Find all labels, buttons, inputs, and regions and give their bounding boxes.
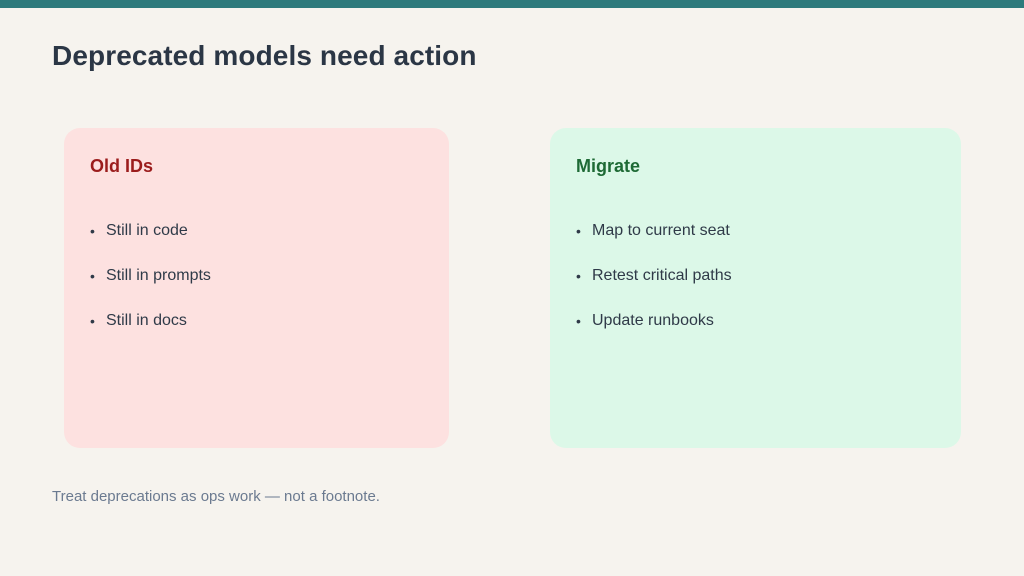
migrate-list: • Map to current seat • Retest critical … <box>576 220 732 355</box>
list-item: • Still in prompts <box>90 265 211 287</box>
bullet-icon: • <box>90 313 95 329</box>
list-item: • Update runbooks <box>576 310 732 332</box>
list-item-text: Retest critical paths <box>592 267 732 284</box>
bullet-icon: • <box>90 268 95 284</box>
old-ids-card-title: Old IDs <box>90 156 154 176</box>
list-item-text: Still in docs <box>106 312 187 329</box>
bullet-icon: • <box>576 268 581 284</box>
bullet-icon: • <box>576 313 581 329</box>
list-item-text: Map to current seat <box>592 222 730 239</box>
top-accent-bar <box>0 0 1024 8</box>
old-ids-card: Old IDs • Still in code • Still in promp… <box>64 128 449 448</box>
bullet-icon: • <box>90 223 95 239</box>
list-item-text: Still in prompts <box>106 267 211 284</box>
migrate-card-title: Migrate <box>576 156 641 176</box>
list-item-text: Still in code <box>106 222 188 239</box>
list-item: • Still in code <box>90 220 211 242</box>
slide-title: Deprecated models need action <box>52 40 477 71</box>
list-item-text: Update runbooks <box>592 312 714 329</box>
list-item: • Retest critical paths <box>576 265 732 287</box>
old-ids-list: • Still in code • Still in prompts • Sti… <box>90 220 211 355</box>
bullet-icon: • <box>576 223 581 239</box>
migrate-card: Migrate • Map to current seat • Retest c… <box>550 128 961 448</box>
list-item: • Still in docs <box>90 310 211 332</box>
list-item: • Map to current seat <box>576 220 732 242</box>
slide-footnote: Treat deprecations as ops work — not a f… <box>52 488 380 505</box>
